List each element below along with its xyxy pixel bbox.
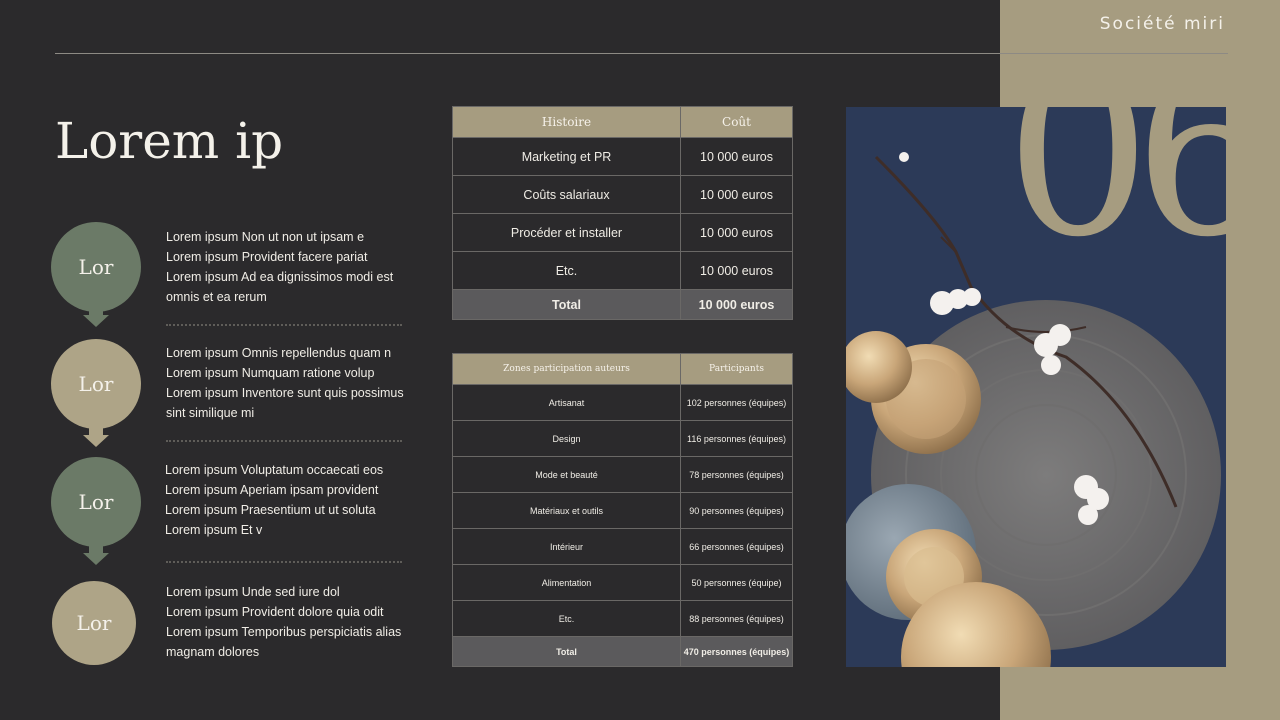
table-cell: Alimentation <box>452 564 681 601</box>
cost-table: Histoire Coût Marketing et PR 10 000 eur… <box>452 106 793 320</box>
step-4-line-2: Lorem ipsum Provident dolore quia odit <box>166 605 384 619</box>
table-row: Etc. 10 000 euros <box>452 251 793 290</box>
table-row: Matériaux et outils 90 personnes (équipe… <box>452 492 793 529</box>
table-header-row: Histoire Coût <box>452 106 793 138</box>
table-cell: Total <box>452 636 681 667</box>
step-2-line-4: sint similique mi <box>166 406 255 420</box>
table-cell: 102 personnes (équipes) <box>680 384 793 421</box>
step-1-line-1: Lorem ipsum Non ut non ut ipsam e <box>166 230 365 244</box>
step-3-line-1: Lorem ipsum Voluptatum occaecati eos <box>165 463 384 477</box>
table-cell: Marketing et PR <box>452 137 681 176</box>
step-3-arrow-stem <box>89 543 103 553</box>
table-row: Alimentation 50 personnes (équipe) <box>452 564 793 601</box>
table-cell: Coûts salariaux <box>452 175 681 214</box>
table-row: Design 116 personnes (équipes) <box>452 420 793 457</box>
step-3-line-2: Lorem ipsum Aperiam ipsam provident <box>165 483 379 497</box>
step-1-arrow <box>83 315 109 327</box>
table-cell: 50 personnes (équipe) <box>680 564 793 601</box>
table-cell: Etc. <box>452 251 681 290</box>
step-2-badge: Lor <box>51 339 141 429</box>
step-3-line-4: Lorem ipsum Et v <box>165 523 263 537</box>
step-3-arrow <box>83 553 109 565</box>
zones-table: Zones participation auteurs Participants… <box>452 353 793 667</box>
step-2-line-2: Lorem ipsum Numquam ratione volup <box>166 366 375 380</box>
table-cell: 78 personnes (équipes) <box>680 456 793 493</box>
table-cell: 10 000 euros <box>680 289 793 320</box>
brand-name: Société miri <box>1099 14 1225 34</box>
page-title: Lorem ip <box>55 112 284 170</box>
step-2-text: Lorem ipsum Omnis repellendus quam n Lor… <box>166 343 416 423</box>
step-divider <box>166 440 402 442</box>
table-cell: 116 personnes (équipes) <box>680 420 793 457</box>
table-cell: 88 personnes (équipes) <box>680 600 793 637</box>
step-2-line-1: Lorem ipsum Omnis repellendus quam n <box>166 346 392 360</box>
table-row: Mode et beauté 78 personnes (équipes) <box>452 456 793 493</box>
table-cell: 10 000 euros <box>680 175 793 214</box>
table-cell: Mode et beauté <box>452 456 681 493</box>
step-4-line-3: Lorem ipsum Temporibus perspiciatis alia… <box>166 625 402 639</box>
step-1-arrow-stem <box>89 305 103 315</box>
step-4-line-4: magnam dolores <box>166 645 260 659</box>
step-1-line-4: omnis et ea rerum <box>166 290 267 304</box>
step-2-arrow <box>83 435 109 447</box>
step-2-line-3: Lorem ipsum Inventore sunt quis possimus <box>166 386 404 400</box>
step-4-text: Lorem ipsum Unde sed iure dol Lorem ipsu… <box>166 582 416 662</box>
table-cell: Etc. <box>452 600 681 637</box>
step-1-line-3: Lorem ipsum Ad ea dignissimos modi est <box>166 270 394 284</box>
table-cell: Total <box>452 289 681 320</box>
step-3-badge: Lor <box>51 457 141 547</box>
step-1-line-2: Lorem ipsum Provident facere pariat <box>166 250 368 264</box>
step-2-arrow-stem <box>89 425 103 435</box>
column-header: Histoire <box>452 106 681 138</box>
table-row: Artisanat 102 personnes (équipes) <box>452 384 793 421</box>
table-header-row: Zones participation auteurs Participants <box>452 353 793 385</box>
table-row: Marketing et PR 10 000 euros <box>452 137 793 176</box>
table-cell: Design <box>452 420 681 457</box>
table-cell: 470 personnes (équipes) <box>680 636 793 667</box>
step-1-text: Lorem ipsum Non ut non ut ipsam e Lorem … <box>166 227 416 307</box>
table-cell: Procéder et installer <box>452 213 681 252</box>
table-row: Procéder et installer 10 000 euros <box>452 213 793 252</box>
table-cell: Artisanat <box>452 384 681 421</box>
table-cell: Matériaux et outils <box>452 492 681 529</box>
table-cell: 66 personnes (équipes) <box>680 528 793 565</box>
table-total-row: Total 10 000 euros <box>452 289 793 320</box>
step-3-line-3: Lorem ipsum Praesentium ut ut soluta <box>165 503 376 517</box>
table-cell: Intérieur <box>452 528 681 565</box>
tableware-illustration <box>846 107 1226 667</box>
tableware-photo <box>846 107 1226 667</box>
step-divider <box>166 561 402 563</box>
column-header: Zones participation auteurs <box>452 353 681 385</box>
step-4-badge: Lor <box>52 581 136 665</box>
header-divider <box>55 53 1228 54</box>
table-cell: 10 000 euros <box>680 251 793 290</box>
step-divider <box>166 324 402 326</box>
table-row: Intérieur 66 personnes (équipes) <box>452 528 793 565</box>
column-header: Participants <box>680 353 793 385</box>
step-3-text: Lorem ipsum Voluptatum occaecati eos Lor… <box>165 460 415 540</box>
table-cell: 10 000 euros <box>680 213 793 252</box>
table-row: Etc. 88 personnes (équipes) <box>452 600 793 637</box>
table-total-row: Total 470 personnes (équipes) <box>452 636 793 667</box>
column-header: Coût <box>680 106 793 138</box>
table-cell: 10 000 euros <box>680 137 793 176</box>
step-4-line-1: Lorem ipsum Unde sed iure dol <box>166 585 340 599</box>
table-row: Coûts salariaux 10 000 euros <box>452 175 793 214</box>
step-1-badge: Lor <box>51 222 141 312</box>
table-cell: 90 personnes (équipes) <box>680 492 793 529</box>
